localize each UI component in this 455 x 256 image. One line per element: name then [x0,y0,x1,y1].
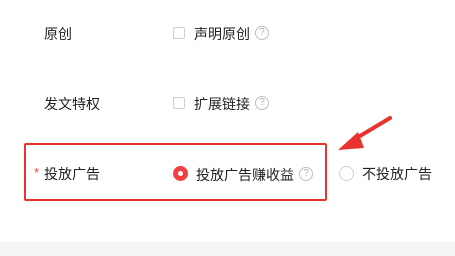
original-label: 原创 [44,26,72,42]
ads-on-radio[interactable] [173,166,188,181]
ads-help-icon[interactable]: ? [299,167,313,181]
privilege-label: 发文特权 [44,96,100,112]
original-checkbox[interactable] [173,27,185,39]
bottom-strip [0,242,455,256]
ads-on-option-label[interactable]: 投放广告赚收益 [196,165,294,185]
ads-label: 投放广告 [44,166,100,182]
extended-link-option-label[interactable]: 扩展链接 [194,94,250,114]
original-option-label[interactable]: 声明原创 [194,24,250,44]
extended-link-checkbox[interactable] [173,97,185,109]
annotation-arrow-icon [338,116,392,150]
privilege-help-icon[interactable]: ? [255,96,269,110]
required-mark: * [34,165,40,180]
ads-off-radio[interactable] [339,166,354,181]
original-help-icon[interactable]: ? [255,26,269,40]
